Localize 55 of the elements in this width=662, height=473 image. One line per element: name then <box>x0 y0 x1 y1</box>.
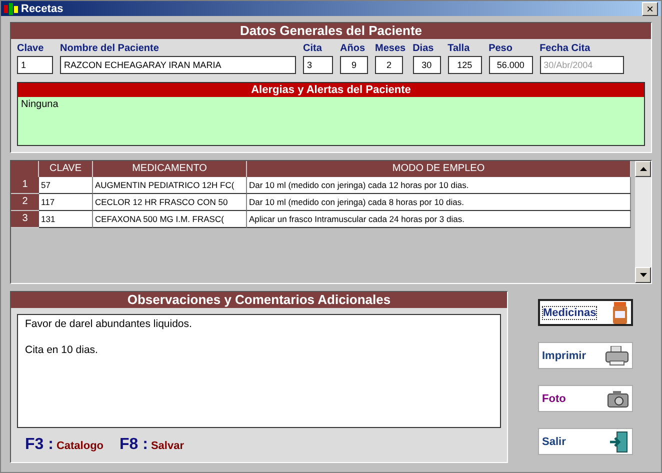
input-field[interactable]: 125 <box>448 56 482 74</box>
input-field[interactable]: RAZCON ECHEAGARAY IRAN MARIA <box>60 56 296 74</box>
app-icon <box>4 2 18 14</box>
alerts-text-area[interactable]: Ninguna <box>18 97 644 145</box>
column-header: CLAVE <box>39 161 93 177</box>
field-label: Cita <box>303 43 323 54</box>
action-button[interactable]: Foto <box>538 385 633 412</box>
input-field[interactable]: 2 <box>375 56 403 74</box>
table-cell: CEFAXONA 500 MG I.M. FRASC( <box>93 211 247 228</box>
camera-icon <box>607 390 629 408</box>
action-button[interactable]: Imprimir <box>538 342 633 369</box>
shortcut-action: Salvar <box>150 440 184 452</box>
input-field[interactable]: 56.000 <box>488 56 533 74</box>
shortcut-key: F8 : <box>120 436 148 454</box>
input-field[interactable]: 1 <box>17 56 53 74</box>
field-label: Talla <box>448 43 471 54</box>
input-field[interactable]: 3 <box>303 56 333 74</box>
section-title: Datos Generales del Paciente <box>11 23 651 39</box>
up-arrow-icon <box>640 167 646 171</box>
table-cell: Dar 10 ml (medido con jeringa) cada 12 horas por 10 dias. <box>247 177 631 194</box>
table-cell: Aplicar un frasco Intramuscular cada 24 horas por 3 dias. <box>247 211 631 228</box>
scrollbar[interactable] <box>635 161 651 283</box>
alerts-title: Alergias y Alertas del Paciente <box>18 83 644 97</box>
field-label: Meses <box>375 43 406 54</box>
input-field[interactable]: 9 <box>340 56 368 74</box>
printer-icon <box>605 346 629 366</box>
table-cell: AUGMENTIN PEDIATRICO 12H FC( <box>93 177 247 194</box>
shortcut-key: F3 : <box>25 436 54 454</box>
observations-text-area[interactable]: Favor de darel abundantes liquidos. Cita en 10 dias. <box>17 314 501 428</box>
row-number: 2 <box>11 194 39 211</box>
section-title: Observaciones y Comentarios Adicionales <box>11 292 507 308</box>
table-cell: 117 <box>39 194 93 211</box>
action-button[interactable]: Medicinas <box>538 299 633 326</box>
field-label: Peso <box>488 43 514 54</box>
down-arrow-icon <box>640 273 646 277</box>
table-cell: Dar 10 ml (medido con jeringa) cada 8 horas por 10 dias. <box>247 194 631 211</box>
bottle-icon <box>612 302 628 324</box>
window-title: Recetas <box>21 2 64 14</box>
field-label: Nombre del Paciente <box>60 43 160 54</box>
column-header: MODO DE EMPLEO <box>247 161 631 177</box>
close-button[interactable]: × <box>642 2 658 16</box>
action-button[interactable]: Salir <box>538 428 633 455</box>
field-label: Dias <box>412 43 435 54</box>
table-cell: CECLOR 12 HR FRASCO CON 50 <box>93 194 247 211</box>
shortcut-action: Catalogo <box>56 440 104 452</box>
table-cell: 57 <box>39 177 93 194</box>
table-cell: 131 <box>39 211 93 228</box>
field-label: Clave <box>17 43 45 54</box>
column-header: MEDICAMENTO <box>93 161 247 177</box>
field-label: Años <box>340 43 366 54</box>
input-field[interactable]: 30 <box>412 56 441 74</box>
row-number: 1 <box>11 177 39 194</box>
field-label: Fecha Cita <box>540 43 592 54</box>
door-exit-icon <box>609 430 629 452</box>
row-number: 3 <box>11 211 39 228</box>
